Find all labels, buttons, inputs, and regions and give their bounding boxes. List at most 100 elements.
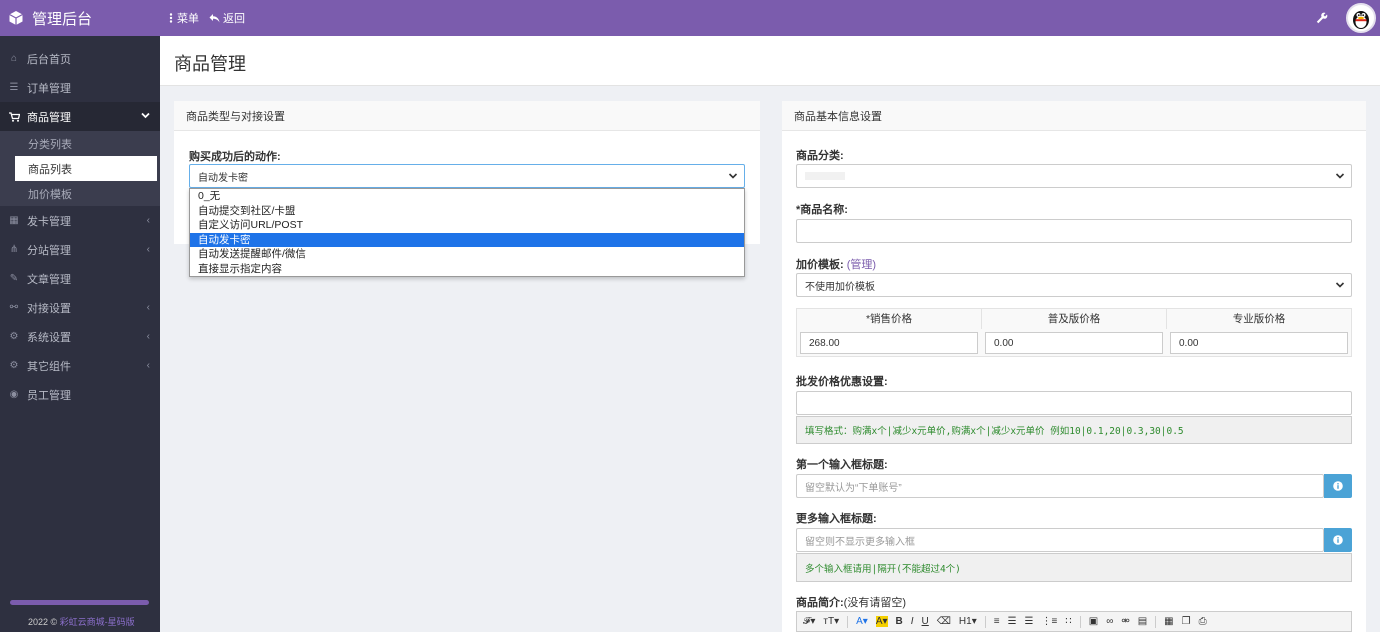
sidebar-item-cards[interactable]: ▦ 发卡管理 ‹ <box>0 206 160 235</box>
more-input-title-label: 更多输入框标题: <box>796 513 877 525</box>
dropdown-option[interactable]: 自动提交到社区/卡盟 <box>190 204 744 219</box>
sidebar-subitem-categories[interactable]: 分类列表 <box>0 131 160 156</box>
sidebar-item-label: 对接设置 <box>27 302 71 315</box>
sidebar-item-substations[interactable]: ⋔ 分站管理 ‹ <box>0 235 160 264</box>
pro-price-input[interactable]: 0.00 <box>1170 332 1348 354</box>
brand-title: 管理后台 <box>32 10 93 28</box>
markup-manage-link[interactable]: (管理) <box>847 259 876 271</box>
back-button[interactable]: 返回 <box>209 10 245 26</box>
sidebar-subitem-markup-templates[interactable]: 加价模板 <box>0 181 160 206</box>
sidebar-item-home[interactable]: ⌂ 后台首页 <box>0 44 160 73</box>
more-input-info-button[interactable] <box>1324 528 1352 552</box>
sidebar-item-integration[interactable]: ⚯ 对接设置 ‹ <box>0 293 160 322</box>
category-placeholder-bar <box>805 172 845 180</box>
dropdown-option[interactable]: 直接显示指定内容 <box>190 262 744 277</box>
bulk-discount-hint: 填写格式：购满x个|减少x元单价,购满x个|减少x元单价 例如10|0.1,20… <box>796 416 1352 444</box>
italic-button[interactable]: I <box>911 616 914 627</box>
font-color-button[interactable]: A▾ <box>856 616 868 627</box>
grid-icon: ▦ <box>9 215 19 226</box>
sitemap-icon: ⋔ <box>9 244 19 255</box>
cube-icon <box>9 11 23 25</box>
action-label: 购买成功后的动作: <box>189 151 281 163</box>
bold-button[interactable]: B <box>896 616 903 627</box>
edit-icon: ✎ <box>9 273 19 284</box>
image-icon[interactable]: ▣ <box>1089 616 1098 627</box>
product-name-input[interactable] <box>796 219 1352 243</box>
action-select[interactable]: 自动发卡密 <box>189 164 745 188</box>
chevron-left-icon: ‹ <box>146 215 150 226</box>
avatar[interactable] <box>1346 3 1376 33</box>
markup-template-select[interactable]: 不使用加价模板 <box>796 273 1352 297</box>
copyright: 2022 © 彩虹云商城-星码版 <box>28 615 135 628</box>
dropdown-option-selected[interactable]: 自动发卡密 <box>190 232 744 247</box>
eraser-icon[interactable]: ⌫ <box>937 616 951 627</box>
markup-template-label-text: 加价模板: <box>796 259 844 271</box>
heading-button[interactable]: H1▾ <box>959 616 977 627</box>
toolbar-separator <box>984 615 986 628</box>
first-input-info-button[interactable] <box>1324 474 1352 498</box>
ordered-list-icon[interactable]: ⋮≡ <box>1042 616 1058 627</box>
copyright-year: 2022 © <box>28 617 58 627</box>
highlight-button[interactable]: A▾ <box>875 616 888 627</box>
brand[interactable]: 管理后台 <box>0 0 160 36</box>
code-icon[interactable]: ▤ <box>1138 616 1147 627</box>
sidebar-item-orders[interactable]: ☰ 订单管理 <box>0 73 160 102</box>
sidebar-item-label: 后台首页 <box>27 53 71 66</box>
sidebar-item-label: 文章管理 <box>27 273 71 286</box>
sidebar-submenu: 分类列表 商品列表 加价模板 <box>0 131 160 206</box>
first-input-title-field[interactable]: 留空默认为“下单账号” <box>796 474 1324 498</box>
dropdown-option[interactable]: 自定义访问URL/POST <box>190 218 744 233</box>
font-size-button[interactable]: ᴛT▾ <box>823 616 839 627</box>
underline-button[interactable]: U <box>922 616 929 627</box>
sidebar-item-label: 员工管理 <box>27 389 71 402</box>
menu-toggle[interactable]: 菜单 <box>168 10 199 26</box>
sidebar-item-label: 系统设置 <box>27 331 71 344</box>
sidebar-item-system[interactable]: ⚙ 系统设置 ‹ <box>0 322 160 351</box>
align-right-icon[interactable]: ☰ <box>1025 616 1034 627</box>
chevron-left-icon: ‹ <box>146 360 150 371</box>
info-icon <box>1333 535 1343 545</box>
basic-price-input[interactable]: 0.00 <box>985 332 1163 354</box>
link-icon[interactable]: ∞ <box>1106 616 1113 627</box>
sidebar-item-articles[interactable]: ✎ 文章管理 <box>0 264 160 293</box>
wrench-icon[interactable] <box>1316 12 1328 24</box>
chevron-down-icon <box>141 111 150 122</box>
unlink-icon[interactable]: ⚮ <box>1121 616 1129 627</box>
preview-icon[interactable]: ⎙ <box>1199 616 1207 627</box>
sidebar-item-products[interactable]: 商品管理 <box>0 102 160 131</box>
sale-price-input[interactable]: 268.00 <box>800 332 978 354</box>
font-family-button[interactable]: 𝓕▾ <box>803 616 815 627</box>
sidebar-item-label: 商品管理 <box>27 111 71 124</box>
copy-icon[interactable]: ❐ <box>1182 616 1191 627</box>
bulk-discount-input[interactable] <box>796 391 1352 415</box>
sidebar-item-staff[interactable]: ◉ 员工管理 <box>0 380 160 409</box>
dropdown-option[interactable]: 自动发送提醒邮件/微信 <box>190 247 744 262</box>
ellipsis-vertical-icon <box>169 13 173 23</box>
unordered-list-icon[interactable]: ∷ <box>1065 616 1071 627</box>
price-table-row: 268.00 0.00 0.00 <box>797 329 1351 357</box>
copyright-link[interactable]: 彩虹云商城-星码版 <box>60 617 135 627</box>
dropdown-option[interactable]: 0_无 <box>190 189 744 204</box>
price-table: *销售价格 普及版价格 专业版价格 268.00 0.00 0.00 <box>796 308 1352 357</box>
chevron-left-icon: ‹ <box>146 302 150 313</box>
table-icon[interactable]: ▦ <box>1164 616 1173 627</box>
product-name-label: *商品名称: <box>796 204 848 216</box>
align-center-icon[interactable]: ☰ <box>1008 616 1017 627</box>
user-icon: ◉ <box>9 389 19 400</box>
home-icon: ⌂ <box>10 53 18 64</box>
more-input-title-field[interactable]: 留空则不显示更多输入框 <box>796 528 1324 552</box>
first-input-title-label: 第一个输入框标题: <box>796 459 888 471</box>
cart-icon <box>8 111 20 123</box>
chevron-left-icon: ‹ <box>146 244 150 255</box>
sidebar-item-label: 分站管理 <box>27 244 71 257</box>
top-bar: 管理后台 菜单 返回 <box>0 0 1380 36</box>
category-select[interactable] <box>796 164 1352 188</box>
sidebar: ⌂ 后台首页 ☰ 订单管理 商品管理 分类列表 商品列表 加价模板 ▦ 发卡管理… <box>0 36 160 632</box>
bulk-discount-label: 批发价格优惠设置: <box>796 376 888 388</box>
price-header-basic: 普及版价格 <box>982 309 1167 329</box>
cogs-icon: ⚙ <box>9 360 19 371</box>
sidebar-item-components[interactable]: ⚙ 其它组件 ‹ <box>0 351 160 380</box>
gear-icon: ⚙ <box>9 331 19 342</box>
align-left-icon[interactable]: ≡ <box>994 616 1000 627</box>
sidebar-subitem-product-list[interactable]: 商品列表 <box>15 156 157 181</box>
